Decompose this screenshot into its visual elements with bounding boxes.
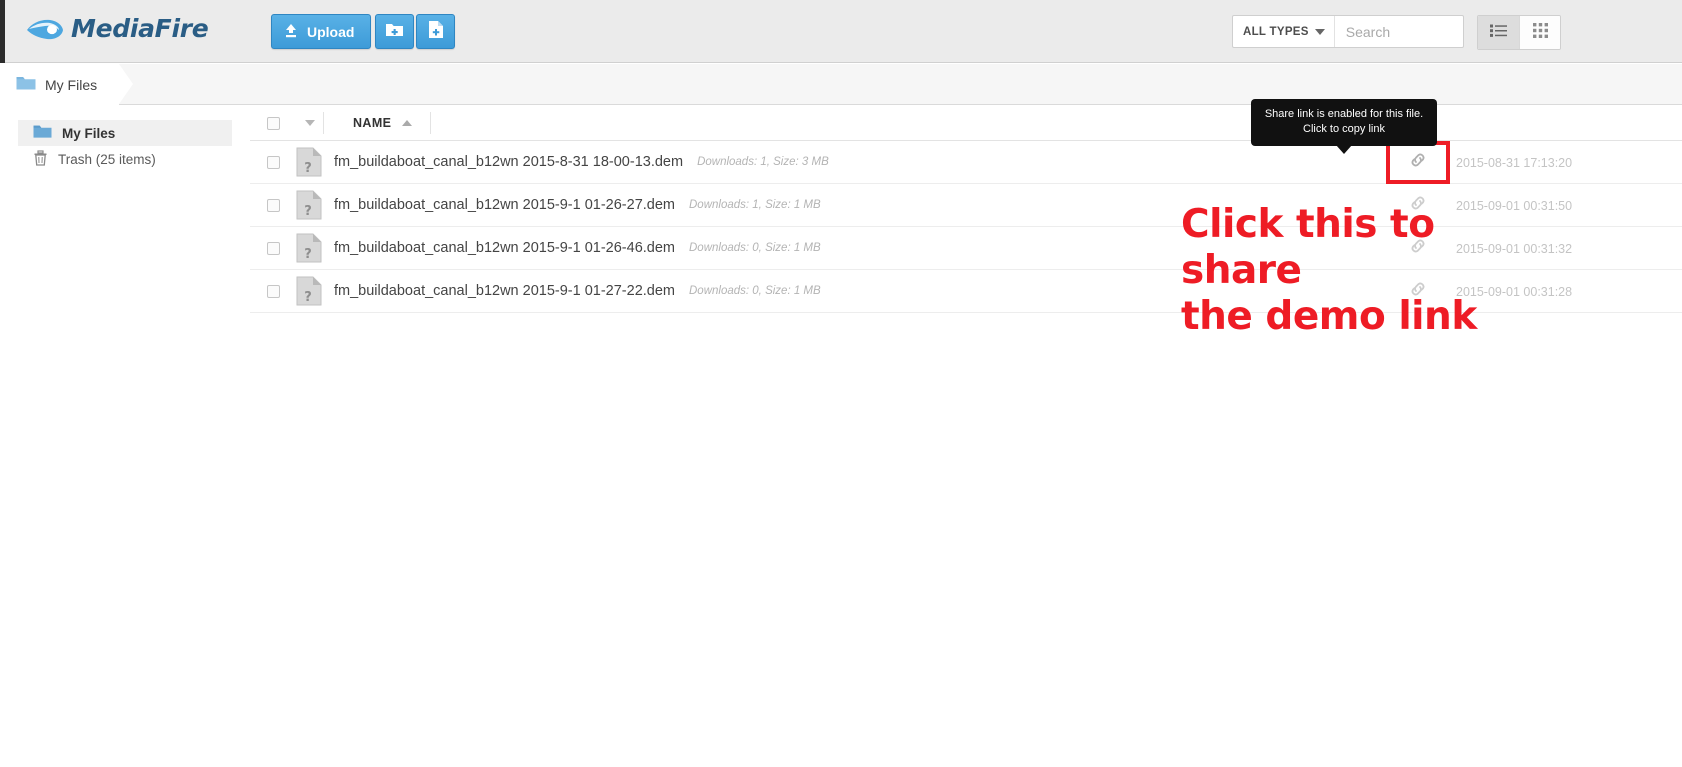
file-date: 2015-08-31 17:13:20 <box>1456 155 1573 170</box>
file-type-filter-dropdown[interactable]: ALL TYPES <box>1233 16 1335 47</box>
left-edge-accent <box>0 0 5 63</box>
sidebar-item-my-files[interactable]: My Files <box>18 120 232 146</box>
select-all-checkbox[interactable] <box>266 116 280 130</box>
unknown-file-icon: ? <box>296 233 322 263</box>
breadcrumb-item-my-files[interactable]: My Files <box>0 64 134 105</box>
file-table-header: NAME <box>250 106 1682 141</box>
file-meta: Downloads: 1, Size: 1 MB <box>689 199 821 211</box>
annotation-line-2: the demo link <box>1181 294 1477 339</box>
new-folder-button[interactable] <box>375 14 414 49</box>
tooltip-arrow-icon <box>1336 145 1352 154</box>
sidebar-item-trash[interactable]: Trash (25 items) <box>18 146 232 172</box>
file-name: fm_buildaboat_canal_b12wn 2015-8-31 18-0… <box>334 154 684 170</box>
chevron-down-icon <box>1314 28 1325 35</box>
file-name: fm_buildaboat_canal_b12wn 2015-9-1 01-27… <box>334 283 675 299</box>
search-bar: ALL TYPES <box>1232 15 1552 48</box>
chain-link-icon <box>1409 151 1427 174</box>
file-type-filter-label: ALL TYPES <box>1243 25 1309 38</box>
tooltip-line-2: Click to copy link <box>1303 123 1385 135</box>
share-link-button[interactable] <box>1386 141 1450 184</box>
row-checkbox-cell <box>250 155 296 169</box>
row-checkbox[interactable] <box>266 284 280 298</box>
folder-plus-icon <box>385 21 404 43</box>
upload-button[interactable]: Upload <box>271 14 372 49</box>
unknown-file-icon: ? <box>296 147 322 177</box>
trash-icon <box>33 149 48 169</box>
sort-ascending-icon <box>402 120 413 126</box>
row-checkbox[interactable] <box>266 198 280 212</box>
annotation-line-1: Click this to share <box>1181 202 1435 293</box>
folder-icon <box>16 75 36 94</box>
file-meta: Downloads: 0, Size: 1 MB <box>689 285 821 297</box>
tooltip-line-1: Share link is enabled for this file. <box>1264 108 1424 120</box>
list-view-button[interactable] <box>1478 16 1519 49</box>
upload-arrow-icon <box>284 23 298 41</box>
file-meta: Downloads: 1, Size: 3 MB <box>697 156 829 168</box>
top-toolbar: MediaFire Upload ALL TYPES Search <box>0 0 1682 63</box>
selection-menu-button[interactable] <box>296 112 324 134</box>
brand-name: MediaFire <box>71 14 209 43</box>
file-name: fm_buildaboat_canal_b12wn 2015-9-1 01-26… <box>334 240 675 256</box>
mediafire-flame-icon <box>26 16 64 42</box>
chevron-down-icon <box>304 120 315 126</box>
annotation-overlay: Click this to share the demo link <box>1181 202 1521 340</box>
sidebar-item-label: My Files <box>62 125 116 141</box>
row-actions: 2015-08-31 17:13:20 <box>1386 141 1682 184</box>
row-checkbox-cell <box>250 284 296 298</box>
file-plus-icon <box>428 20 444 44</box>
grid-view-icon <box>1532 22 1548 43</box>
row-checkbox[interactable] <box>266 155 280 169</box>
svg-text:?: ? <box>304 290 312 305</box>
table-row[interactable]: ? fm_buildaboat_canal_b12wn 2015-8-31 18… <box>250 141 1682 184</box>
row-checkbox[interactable] <box>266 241 280 255</box>
share-link-tooltip: Share link is enabled for this file. Cli… <box>1251 99 1437 154</box>
grid-view-button[interactable] <box>1519 16 1560 49</box>
upload-button-label: Upload <box>307 23 355 40</box>
column-header-name-label: NAME <box>353 116 392 130</box>
svg-text:?: ? <box>304 204 312 219</box>
list-view-icon <box>1490 24 1507 42</box>
file-meta: Downloads: 0, Size: 1 MB <box>689 242 821 254</box>
svg-text:?: ? <box>304 247 312 262</box>
folder-icon <box>33 124 52 142</box>
row-checkbox-cell <box>250 198 296 212</box>
column-header-name[interactable]: NAME <box>324 112 432 134</box>
sidebar-item-label: Trash (25 items) <box>58 151 156 167</box>
svg-text:?: ? <box>304 161 312 176</box>
unknown-file-icon: ? <box>296 276 322 306</box>
row-checkbox-cell <box>250 241 296 255</box>
breadcrumb-label: My Files <box>45 76 98 93</box>
unknown-file-icon: ? <box>296 190 322 220</box>
select-all-checkbox-cell <box>250 116 296 130</box>
mediafire-logo[interactable]: MediaFire <box>26 14 209 43</box>
sidebar: My Files Trash (25 items) <box>0 106 250 767</box>
file-name: fm_buildaboat_canal_b12wn 2015-9-1 01-26… <box>334 197 675 213</box>
new-file-button[interactable] <box>416 14 455 49</box>
view-mode-toggle <box>1477 15 1561 50</box>
